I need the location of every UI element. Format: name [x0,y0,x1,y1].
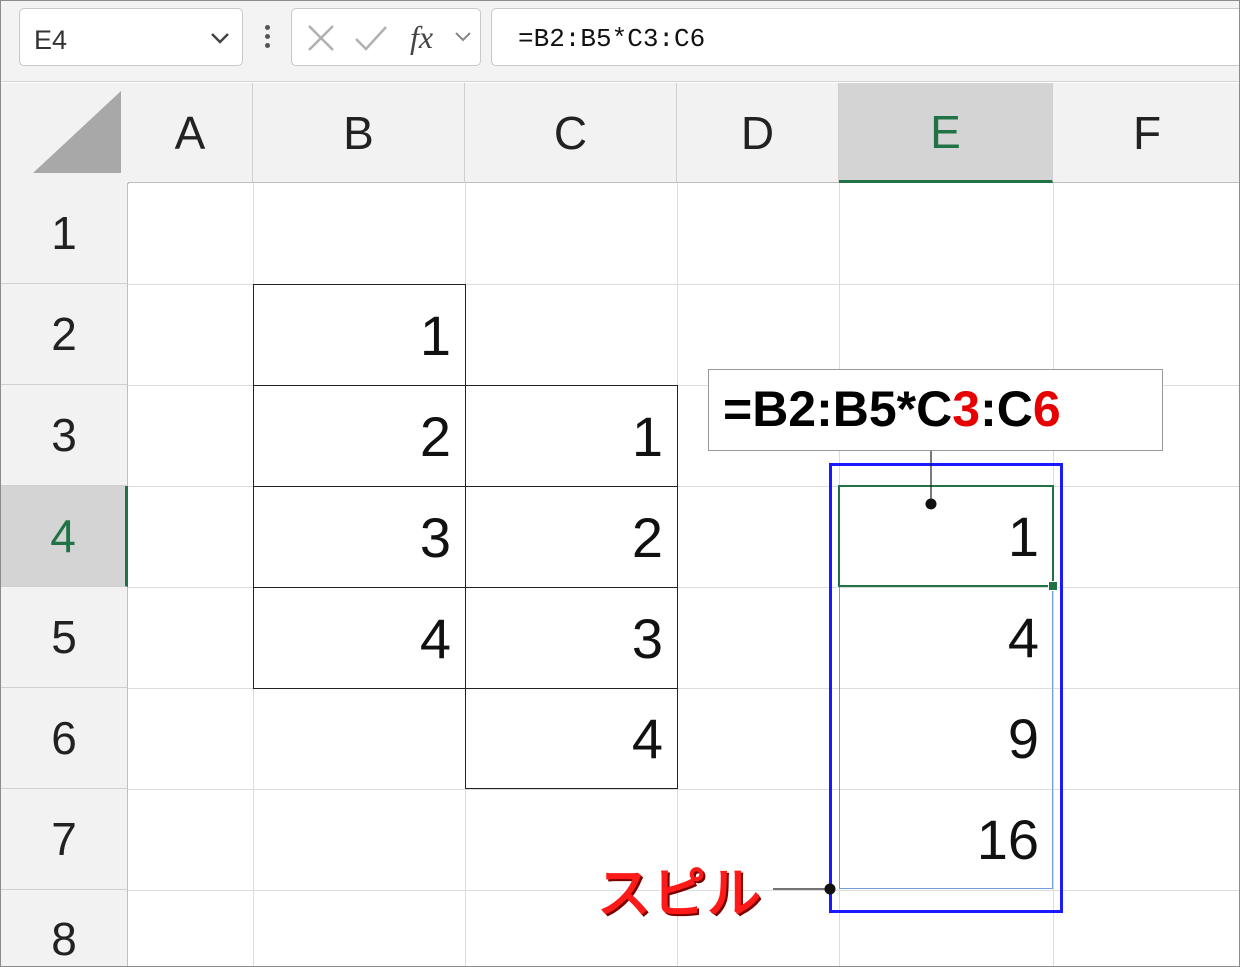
excel-window: E4 fx =B2:B5*C3:C6 A B C D E F 1 2 3 4 5… [0,0,1240,967]
annotation-leaders [773,451,937,895]
spill-label: スピル [597,862,762,925]
